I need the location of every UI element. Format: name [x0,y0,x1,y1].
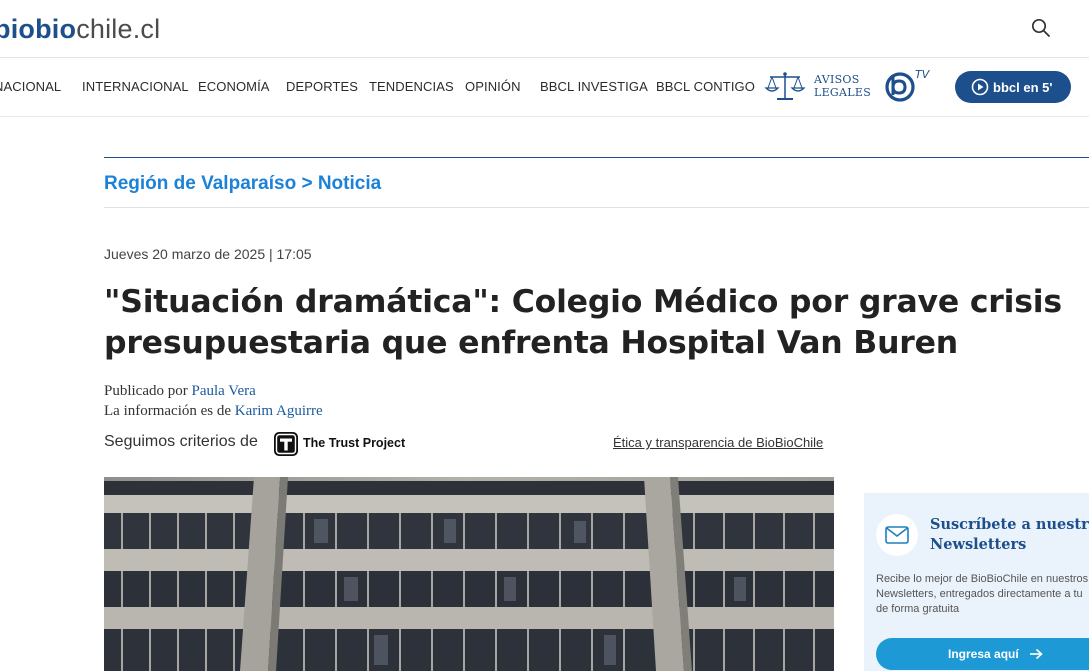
newsletter-subscribe-button[interactable]: Ingresa aquí [876,638,1089,670]
article-date: Jueves 20 marzo de 2025 | 17:05 [104,246,312,262]
source-author-link[interactable]: Karim Aguirre [235,403,323,419]
newsletter-title-line-1: Suscríbete a nuestros [930,516,1089,533]
breadcrumb-region-link[interactable]: Región de Valparaíso [104,173,296,194]
site-logo[interactable]: biobiochile.cl [0,14,160,44]
author-link[interactable]: Paula Vera [192,383,256,399]
newsletter-box: Suscríbete a nuestros Newsletters Recibe… [864,493,1089,671]
bbcl-en-5-label: bbcl en 5' [993,79,1053,95]
newsletter-desc-line-1: Recibe lo mejor de BioBioChile en nuestr… [876,573,1089,585]
avisos-legales-label: AVISOS LEGALES [814,73,871,99]
published-by-label: Publicado por [104,383,192,399]
avisos-legales-link[interactable]: AVISOS LEGALES [764,70,874,106]
info-source-label: La información es de [104,403,235,419]
biobio-tv-logo-icon [885,72,915,102]
nav-item-bbcl-contigo[interactable]: BBCL CONTIGO [656,79,755,94]
search-button[interactable] [1024,11,1058,45]
search-icon [1031,18,1050,37]
bbcl-en-5-button[interactable]: bbcl en 5' [955,71,1071,103]
hospital-building-photo [104,477,834,671]
section-divider-bottom [104,207,1089,208]
article-byline: Publicado por Paula Vera La información … [104,381,323,421]
arrow-right-icon [1029,648,1043,660]
trust-project-logo[interactable] [274,432,298,456]
nav-item-tendencias[interactable]: TENDENCIAS [369,79,454,94]
info-source-line: La información es de Karim Aguirre [104,401,323,421]
tv-label: TV [915,68,930,81]
trust-criteria-label: Seguimos criterios de [104,433,258,450]
breadcrumb: Región de Valparaíso > Noticia [104,173,381,195]
logo-part-chile: chile.cl [76,14,161,44]
newsletter-desc-line-2: Newsletters, entregados directamente a t… [876,588,1083,600]
trust-project-t-icon [275,433,297,455]
clock-play-icon [971,78,989,96]
nav-item-bbcl-investiga[interactable]: BBCL INVESTIGA [540,79,648,94]
logo-part-biobio: biobio [0,14,77,44]
nav-item-opinion[interactable]: OPINIÓN [465,79,521,94]
newsletter-button-label: Ingresa aquí [948,647,1019,661]
scales-icon [764,72,806,100]
nav-item-deportes[interactable]: DEPORTES [286,79,358,94]
ethics-transparency-link[interactable]: Ética y transparencia de BioBioChile [613,435,823,450]
newsletter-description: Recibe lo mejor de BioBioChile en nuestr… [876,572,1089,617]
article-main-photo [104,477,834,671]
site-header: biobiochile.cl [0,0,1089,58]
nav-item-nacional[interactable]: NACIONAL [0,79,61,94]
section-divider-top [104,157,1089,158]
newsletter-title: Suscríbete a nuestros Newsletters [930,515,1089,555]
breadcrumb-type-link[interactable]: Noticia [318,173,381,194]
published-by-line: Publicado por Paula Vera [104,381,323,401]
trust-project-name[interactable]: The Trust Project [303,436,405,450]
envelope-icon [885,526,909,544]
newsletter-title-line-2: Newsletters [930,536,1027,553]
nav-item-economia[interactable]: ECONOMÍA [198,79,270,94]
biobio-tv-link[interactable]: TV [884,68,936,104]
avisos-line-2: LEGALES [814,86,872,99]
newsletter-icon-badge [876,514,918,556]
breadcrumb-separator: > [296,173,318,194]
main-nav: NACIONAL INTERNACIONAL ECONOMÍA DEPORTES… [0,58,1089,117]
newsletter-desc-line-3: de forma gratuita [876,603,960,615]
nav-item-internacional[interactable]: INTERNACIONAL [82,79,189,94]
article-title: "Situación dramática": Colegio Médico po… [104,284,1062,361]
avisos-line-1: AVISOS [814,73,860,86]
